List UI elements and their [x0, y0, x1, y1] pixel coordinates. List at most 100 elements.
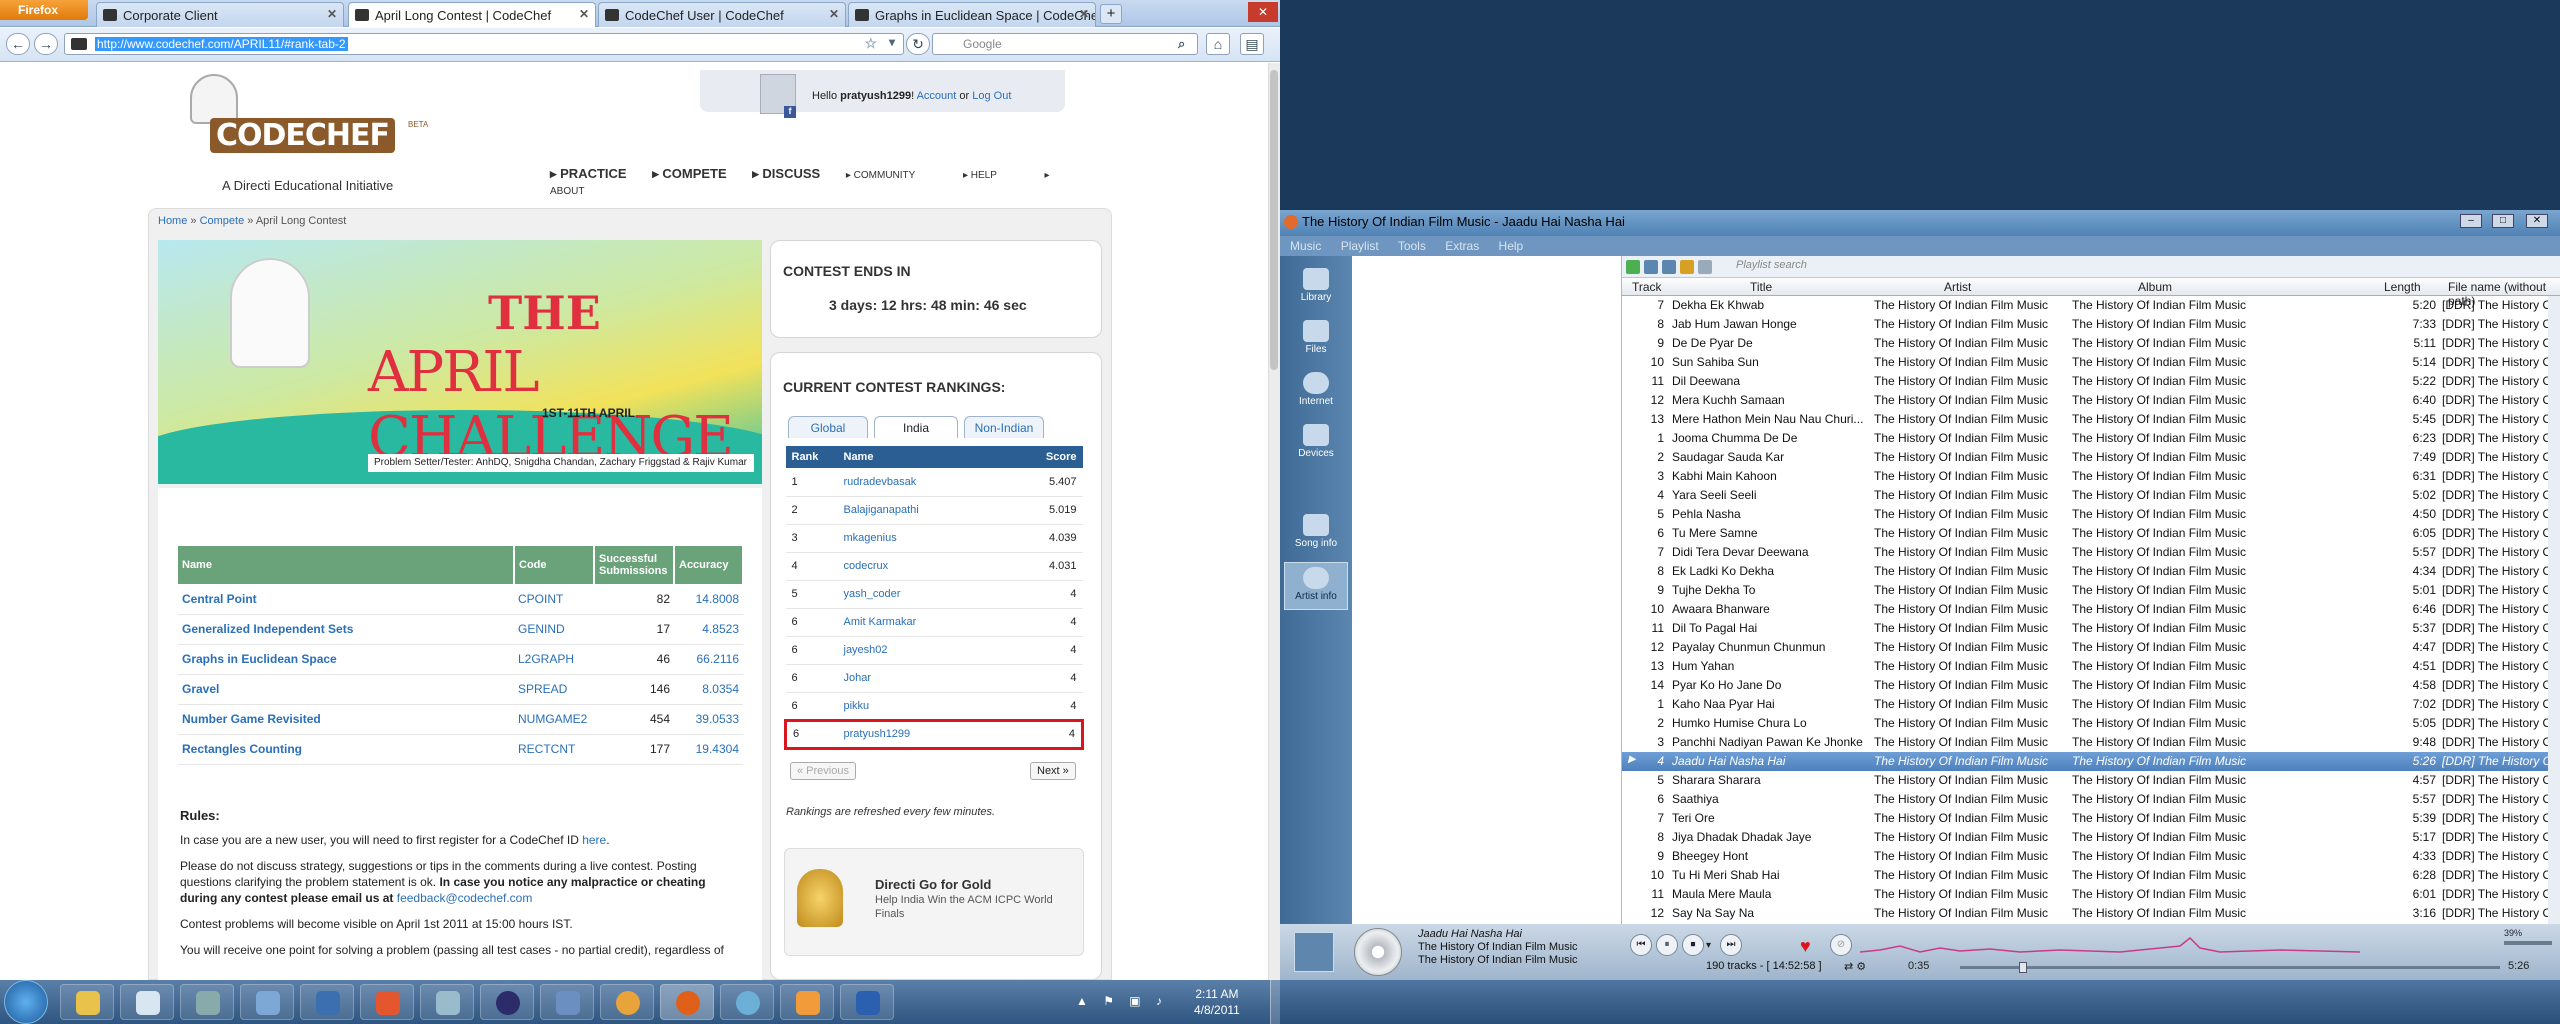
playlist-row[interactable]: 7 Dekha Ek Khwab The History Of Indian Fil… — [1622, 296, 2548, 315]
problem-accuracy[interactable]: 8.0354 — [674, 674, 743, 705]
page-scrollbar-thumb[interactable] — [1270, 70, 1278, 370]
problem-accuracy[interactable]: 19.4304 — [674, 734, 743, 765]
menu-playlist[interactable]: Playlist — [1341, 239, 1379, 253]
playlist-row[interactable]: 8 Jiya Dhadak Dhadak Jaye The History Of I… — [1622, 828, 2548, 847]
user-link[interactable]: codecrux — [837, 552, 1023, 581]
playlist-row[interactable]: 13 Hum Yahan The History Of Indian Film Mu… — [1622, 657, 2548, 676]
playlist-search-input[interactable]: Playlist search — [1736, 259, 2236, 271]
menu-music[interactable]: Music — [1290, 239, 1321, 253]
clock[interactable]: 2:11 AM 4/8/2011 — [1194, 986, 1240, 1018]
next-button[interactable]: Next » — [1030, 762, 1076, 780]
show-desktop-button[interactable] — [1270, 980, 1280, 1024]
start-button[interactable] — [4, 980, 48, 1024]
sidebar-internet[interactable]: Internet — [1284, 368, 1348, 416]
problem-code[interactable]: GENIND — [514, 614, 594, 645]
minimize-button[interactable]: – — [2460, 214, 2482, 228]
col-title[interactable]: Title — [1750, 280, 1772, 294]
problem-accuracy[interactable]: 66.2116 — [674, 644, 743, 675]
system-tray-icons[interactable]: ▲ ⚑ ▣ ♪ — [1076, 994, 1168, 1008]
col-length[interactable]: Length — [2384, 280, 2421, 294]
new-tab-button[interactable]: + — [1100, 4, 1122, 24]
playlist-row[interactable]: 10 Tu Hi Meri Shab Hai The History Of Indi… — [1622, 866, 2548, 885]
tab-non-indian[interactable]: Non-Indian — [964, 416, 1044, 438]
site-identity-icon[interactable] — [71, 38, 87, 50]
gtalk-taskbar-icon[interactable] — [720, 984, 774, 1020]
logout-link[interactable]: Log Out — [972, 90, 1011, 102]
problem-code[interactable]: RECTCNT — [514, 734, 594, 765]
playlist-row[interactable]: 10 Awaara Bhanware The History Of Indian F… — [1622, 600, 2548, 619]
playlist-row[interactable]: 11 Maula Mere Maula The History Of Indian … — [1622, 885, 2548, 904]
problem-accuracy[interactable]: 39.0533 — [674, 704, 743, 735]
tab-codechef-user[interactable]: CodeChef User | CodeChef ✕ — [598, 2, 846, 27]
playlist-row[interactable]: 11 Dil To Pagal Hai The History Of Indian … — [1622, 619, 2548, 638]
next-track-button[interactable]: ⏭ — [1720, 934, 1742, 956]
playlist-row[interactable]: 2 Humko Humise Chura Lo The History Of Ind… — [1622, 714, 2548, 733]
col-code[interactable]: Code — [514, 546, 595, 584]
reload-button[interactable]: ↻ — [906, 33, 930, 55]
firefox-menu-button[interactable]: Firefox — [0, 0, 88, 20]
devcpp-taskbar-icon[interactable] — [300, 984, 354, 1020]
home-button[interactable]: ⌂ — [1206, 33, 1230, 55]
col-track[interactable]: Track — [1632, 280, 1662, 294]
stop-button[interactable]: ⏹ — [1682, 934, 1704, 956]
playlist-row[interactable]: 14 Pyar Ko Ho Jane Do The History Of India… — [1622, 676, 2548, 695]
app-taskbar-icon[interactable] — [240, 984, 294, 1020]
problem-name[interactable]: Generalized Independent Sets — [178, 614, 514, 645]
menu-button[interactable]: ▤ — [1240, 33, 1264, 55]
back-button[interactable]: ← — [6, 33, 30, 55]
playlist-row[interactable]: 12 Say Na Say Na The History Of Indian Fil… — [1622, 904, 2548, 923]
maximize-button[interactable]: □ — [2492, 214, 2514, 228]
playlist-row[interactable]: 5 Sharara Sharara The History Of Indian Fi… — [1622, 771, 2548, 790]
playlist-row[interactable]: 12 Payalay Chunmun Chunmun The History Of … — [1622, 638, 2548, 657]
nav-community[interactable]: ▸ COMMUNITY — [846, 170, 937, 181]
nav-practice[interactable]: ▸ PRACTICE — [550, 166, 627, 181]
seek-knob[interactable] — [2019, 962, 2028, 973]
close-icon[interactable]: ✕ — [829, 7, 839, 21]
close-icon[interactable]: ✕ — [1079, 7, 1089, 21]
menu-tools[interactable]: Tools — [1398, 239, 1426, 253]
menu-help[interactable]: Help — [1499, 239, 1524, 253]
sidebar-artist-info[interactable]: Artist info — [1284, 562, 1348, 610]
playlist-row[interactable]: 7 Teri Ore The History Of Indian Film Musi… — [1622, 809, 2548, 828]
forward-button[interactable]: → — [34, 33, 58, 55]
col-artist[interactable]: Artist — [1944, 280, 1971, 294]
user-link[interactable]: Balajiganapathi — [837, 496, 1023, 525]
notepad-taskbar-icon[interactable] — [120, 984, 174, 1020]
problem-code[interactable]: CPOINT — [514, 584, 594, 615]
playlist-row[interactable]: 11 Dil Deewana The History Of Indian Film … — [1622, 372, 2548, 391]
previous-button[interactable]: « Previous — [790, 762, 856, 780]
problem-code[interactable]: L2GRAPH — [514, 644, 594, 675]
problem-name[interactable]: Number Game Revisited — [178, 704, 514, 735]
problem-accuracy[interactable]: 14.8008 — [674, 584, 743, 615]
playlist-row[interactable]: 6 Tu Mere Samne The History Of Indian Film… — [1622, 524, 2548, 543]
sidebar-library[interactable]: Library — [1284, 264, 1348, 312]
playlist-row[interactable]: 10 Sun Sahiba Sun The History Of Indian Fi… — [1622, 353, 2548, 372]
eclipse-taskbar-icon[interactable] — [480, 984, 534, 1020]
chrome-taskbar-icon[interactable] — [600, 984, 654, 1020]
nav-discuss[interactable]: ▸ DISCUSS — [752, 166, 820, 181]
user-link[interactable]: jayesh02 — [837, 636, 1023, 665]
breadcrumb-home[interactable]: Home — [158, 215, 187, 227]
volume-control[interactable]: 39% — [2504, 928, 2554, 948]
songbird-taskbar-icon[interactable] — [780, 984, 834, 1020]
playlist-row[interactable]: 9 De De Pyar De The History Of Indian Film… — [1622, 334, 2548, 353]
problem-name[interactable]: Graphs in Euclidean Space — [178, 644, 514, 675]
user-link[interactable]: rudradevbasak — [837, 468, 1023, 497]
ban-icon[interactable]: ⊘ — [1830, 934, 1852, 956]
search-input[interactable]: Google — [932, 33, 1198, 55]
col-name[interactable]: Name — [178, 546, 515, 584]
problem-submissions[interactable]: 177 — [594, 734, 674, 765]
app2-taskbar-icon[interactable] — [540, 984, 594, 1020]
problem-code[interactable]: NUMGAME2 — [514, 704, 594, 735]
tab-global[interactable]: Global — [788, 416, 868, 438]
tab-april-long-contest[interactable]: April Long Contest | CodeChef ✕ — [348, 2, 596, 27]
pause-button[interactable]: ⏸ — [1656, 934, 1678, 956]
nav-help[interactable]: ▸ HELP — [963, 170, 1019, 181]
go-for-gold-ad[interactable]: Directi Go for Gold Help India Win the A… — [784, 848, 1084, 956]
problem-name[interactable]: Gravel — [178, 674, 514, 705]
window-close-button[interactable]: ✕ — [1248, 2, 1278, 22]
playlist-row[interactable]: 1 Jooma Chumma De De The History Of Indian… — [1622, 429, 2548, 448]
expand-icon[interactable] — [1294, 932, 1334, 972]
dropdown-icon[interactable]: ▾ — [889, 35, 895, 49]
tab-graphs-euclidean[interactable]: Graphs in Euclidean Space | CodeChef ✕ — [848, 2, 1096, 27]
